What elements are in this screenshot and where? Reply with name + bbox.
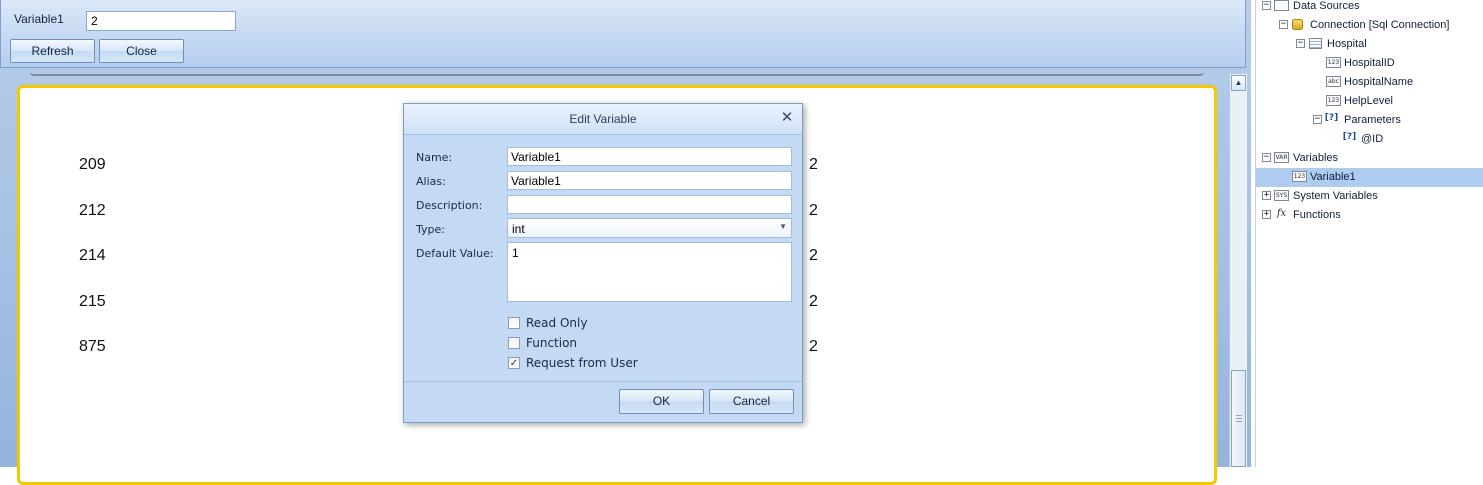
data-sources-icon <box>1274 0 1289 11</box>
parameter-icon: [?] <box>1342 132 1357 142</box>
expand-icon[interactable]: + <box>1262 210 1271 219</box>
scrollbar-thumb[interactable] <box>1231 370 1246 467</box>
dictionary-tree: − Data Sources − Connection [Sql Connect… <box>1255 0 1483 467</box>
alias-label: Alias: <box>416 175 446 188</box>
tree-label: Connection [Sql Connection] <box>1310 19 1450 31</box>
type-label: Type: <box>416 223 445 236</box>
edit-variable-dialog: Edit Variable ✕ Name: Alias: Description… <box>403 103 803 423</box>
tree-item-parameter[interactable]: [?] @ID <box>1256 130 1483 149</box>
chevron-down-icon: ▼ <box>779 222 787 231</box>
type-selected-value: int <box>512 222 525 236</box>
tree-label: HelpLevel <box>1344 95 1393 107</box>
tree-item-variable1[interactable]: 123 Variable1 <box>1256 168 1483 187</box>
type-dropdown[interactable]: int ▼ <box>507 218 792 238</box>
collapse-icon[interactable]: − <box>1279 20 1288 29</box>
numeric-column-icon: 123 <box>1326 95 1341 106</box>
parameters-panel: Variable1 Refresh Close <box>0 0 1246 68</box>
alias-field[interactable] <box>507 171 792 190</box>
dialog-divider <box>404 381 802 382</box>
tree-label: Hospital <box>1327 38 1367 50</box>
report-cell-hospital-id: 875 <box>79 338 106 355</box>
parameters-icon: [?] <box>1324 113 1339 123</box>
tree-item-hospital[interactable]: − Hospital <box>1256 35 1483 54</box>
default-value-field[interactable]: 1 <box>507 242 792 302</box>
grip-line <box>1236 418 1242 419</box>
report-cell-hospital-id: 212 <box>79 202 106 219</box>
report-cell-help-level: 2 <box>809 202 818 219</box>
tree-label: Functions <box>1293 209 1341 221</box>
tree-label: HospitalName <box>1344 76 1414 88</box>
dialog-titlebar[interactable]: Edit Variable ✕ <box>404 104 802 135</box>
read-only-label: Read Only <box>526 316 588 330</box>
numeric-variable-icon: 123 <box>1292 171 1307 182</box>
tree-item-column[interactable]: 123 HospitalID <box>1256 54 1483 73</box>
function-label: Function <box>526 336 578 350</box>
tree-item-system-variables[interactable]: + SYS System Variables <box>1256 187 1483 206</box>
grip-line <box>1236 421 1242 422</box>
name-label: Name: <box>416 151 453 164</box>
variable-value-input[interactable] <box>86 11 236 31</box>
ok-button[interactable]: OK <box>619 389 704 414</box>
grip-line <box>1236 415 1242 416</box>
name-field[interactable] <box>507 147 792 166</box>
tree-label: Variable1 <box>1310 171 1356 183</box>
string-column-icon: abc <box>1326 76 1341 87</box>
collapse-icon[interactable]: − <box>1313 115 1322 124</box>
report-cell-help-level: 2 <box>809 293 818 310</box>
tree-label: HospitalID <box>1344 57 1395 69</box>
description-field[interactable] <box>507 195 792 214</box>
tree-label: System Variables <box>1293 190 1378 202</box>
expand-icon[interactable]: + <box>1262 191 1271 200</box>
collapse-icon[interactable]: − <box>1262 153 1271 162</box>
tree-label: @ID <box>1361 133 1384 145</box>
dialog-title: Edit Variable <box>569 112 637 126</box>
refresh-button[interactable]: Refresh <box>10 39 95 63</box>
database-icon <box>1292 19 1303 30</box>
close-button[interactable]: Close <box>99 39 184 63</box>
report-cell-hospital-id: 215 <box>79 293 106 310</box>
close-icon[interactable]: ✕ <box>779 110 795 126</box>
collapse-icon[interactable]: − <box>1296 39 1305 48</box>
report-cell-hospital-id: 209 <box>79 156 106 173</box>
report-cell-help-level: 2 <box>809 156 818 173</box>
report-cell-help-level: 2 <box>809 247 818 264</box>
variables-icon: VAR <box>1274 152 1289 163</box>
collapse-icon[interactable]: − <box>1262 1 1271 10</box>
request-from-user-checkbox[interactable]: ✓ <box>508 357 520 369</box>
tree-label: Variables <box>1293 152 1339 164</box>
function-fx-icon: fx <box>1276 208 1287 219</box>
tree-item-connection[interactable]: − Connection [Sql Connection] <box>1256 16 1483 35</box>
description-label: Description: <box>416 199 483 212</box>
page-top-divider <box>30 72 1204 76</box>
tree-item-functions[interactable]: + fx Functions <box>1256 206 1483 225</box>
numeric-column-icon: 123 <box>1326 57 1341 68</box>
default-value-label: Default Value: <box>416 247 494 260</box>
tree-item-parameters[interactable]: − [?] Parameters <box>1256 111 1483 130</box>
variable-label: Variable1 <box>14 12 64 26</box>
vertical-scrollbar[interactable]: ▲ <box>1229 74 1247 467</box>
tree-item-data-sources[interactable]: − Data Sources <box>1256 0 1483 16</box>
system-variables-icon: SYS <box>1274 190 1289 201</box>
tree-item-column[interactable]: abc HospitalName <box>1256 73 1483 92</box>
tree-label: Data Sources <box>1293 0 1360 12</box>
function-checkbox[interactable] <box>508 337 520 349</box>
tree-label: Parameters <box>1344 114 1401 126</box>
read-only-checkbox[interactable] <box>508 317 520 329</box>
tree-item-variables[interactable]: − VAR Variables <box>1256 149 1483 168</box>
tree-item-column[interactable]: 123 HelpLevel <box>1256 92 1483 111</box>
cancel-button[interactable]: Cancel <box>709 389 794 414</box>
report-cell-hospital-id: 214 <box>79 247 106 264</box>
scroll-up-arrow-icon[interactable]: ▲ <box>1231 75 1246 91</box>
request-from-user-label: Request from User <box>526 356 638 370</box>
table-icon <box>1309 38 1322 49</box>
report-cell-help-level: 2 <box>809 338 818 355</box>
